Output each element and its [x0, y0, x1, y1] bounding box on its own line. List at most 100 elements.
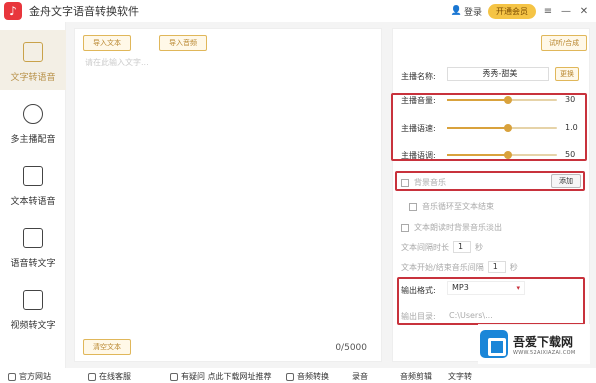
volume-slider-knob[interactable] — [503, 96, 512, 104]
watermark-url: WWW.52AIXIAZAI.COM — [513, 349, 576, 356]
watermark: 吾爱下载网 WWW.52AIXIAZAI.COM — [478, 324, 590, 364]
record-link[interactable]: 录音 — [352, 371, 368, 382]
person-add-icon — [23, 104, 43, 124]
audio-file-icon — [23, 228, 43, 248]
pitch-slider-knob[interactable] — [503, 151, 512, 159]
format-select[interactable]: MP3 ▾ — [447, 281, 525, 295]
sidebar-item-text-to-speech[interactable]: 文字转语音 — [0, 30, 66, 90]
chevron-down-icon: ▾ — [516, 284, 520, 292]
music-interval-input[interactable]: 1 — [487, 261, 506, 273]
text-interval-unit: 秒 — [475, 242, 483, 252]
login-label: 登录 — [463, 7, 482, 18]
import-text-button[interactable]: 导入文本 — [83, 35, 131, 51]
anchor-row: 主播名称: — [401, 71, 436, 82]
format-label: 输出格式: — [401, 286, 436, 295]
bgm-checkbox[interactable] — [401, 178, 409, 187]
anchor-label: 主播名称: — [401, 72, 436, 81]
speed-slider[interactable] — [447, 124, 557, 132]
clear-text-button[interactable]: 清空文本 — [83, 339, 131, 355]
text-speech-icon — [23, 42, 43, 62]
bgm-label: 背景音乐 — [414, 178, 446, 187]
volume-slider[interactable] — [447, 96, 557, 104]
sidebar-item-label: 文本转语音 — [10, 197, 56, 207]
audio-convert-link[interactable]: 音频转换 — [286, 371, 329, 382]
record-label: 录音 — [352, 372, 368, 381]
pitch-slider[interactable] — [447, 151, 557, 159]
sidebar-item-label: 文字转语音 — [10, 73, 56, 83]
main-editor-panel: 导入文本 导入音频 请在此输入文字... 清空文本 0/5000 — [74, 28, 382, 362]
add-bgm-button[interactable]: 添加 — [551, 174, 581, 188]
app-title: 金舟文字语音转换软件 — [29, 5, 139, 18]
audio-edit-link[interactable]: 音频剪辑 — [400, 371, 432, 382]
bgm-row: 背景音乐 — [401, 177, 446, 188]
help-link[interactable]: 有疑问 点此下载网址推荐 — [170, 371, 272, 382]
login-button[interactable]: 👤 登录 — [451, 5, 482, 18]
text-editor[interactable]: 请在此输入文字... — [85, 57, 375, 317]
option-music-interval: 文本开始/结束音乐间隔 1 秒 — [401, 261, 518, 273]
app-logo-icon: ♪ — [4, 2, 22, 20]
output-dir-value: C:\Users\... — [449, 311, 493, 320]
help-label: 有疑问 点此下载网址推荐 — [181, 372, 272, 381]
title-bar-actions: 👤 登录 开通会员 ≡ — ✕ — [451, 0, 590, 22]
sidebar-item-video-to-text[interactable]: 视频转文字 — [0, 278, 66, 338]
sidebar-item-multi-anchor[interactable]: 多主播配音 — [0, 92, 66, 152]
user-icon: 👤 — [450, 6, 462, 16]
pitch-label: 主播语调: — [401, 151, 436, 160]
output-dir-label: 输出目录: — [401, 312, 436, 321]
import-audio-button[interactable]: 导入音频 — [159, 35, 207, 51]
audio-convert-icon — [286, 372, 294, 381]
pitch-value: 50 — [565, 150, 576, 159]
change-anchor-button[interactable]: 更换 — [555, 67, 579, 81]
audio-convert-label: 音频转换 — [297, 372, 329, 381]
speed-slider-knob[interactable] — [503, 124, 512, 132]
settings-panel: 试听/合成 主播名称: 秀秀-甜美 更换 主播音量: 30 主播语速: 1.0 … — [391, 28, 590, 362]
music-interval-label: 文本开始/结束音乐间隔 — [401, 262, 484, 272]
sidebar-item-label: 语音转文字 — [10, 259, 56, 269]
vip-button[interactable]: 开通会员 — [488, 3, 536, 19]
text-convert-link[interactable]: 文字转 — [448, 371, 472, 382]
format-value: MP3 — [452, 283, 469, 292]
audio-edit-label: 音频剪辑 — [400, 372, 432, 381]
home-icon — [8, 372, 16, 381]
loop-music-checkbox[interactable] — [409, 202, 417, 211]
sidebar-item-label: 多主播配音 — [10, 135, 56, 145]
sidebar-item-label: 视频转文字 — [10, 321, 56, 331]
app-window: ♪ 金舟文字语音转换软件 👤 登录 开通会员 ≡ — ✕ 文字转语音 多主播配音… — [0, 0, 596, 383]
speed-label: 主播语速: — [401, 124, 436, 133]
speed-value: 1.0 — [565, 123, 578, 132]
bottom-bar: 官方网站 在线客服 有疑问 点此下载网址推荐 音频转换 录音 音频剪辑 文字转 — [0, 368, 596, 383]
volume-value: 30 — [565, 95, 576, 104]
text-interval-input[interactable]: 1 — [453, 241, 471, 253]
close-icon[interactable]: ✕ — [578, 6, 590, 17]
preview-synthesize-button[interactable]: 试听/合成 — [541, 35, 587, 51]
chat-icon — [88, 372, 96, 381]
volume-label: 主播音量: — [401, 96, 436, 105]
menu-icon[interactable]: ≡ — [542, 6, 554, 17]
watermark-logo-icon — [480, 330, 508, 358]
sidebar-item-speech-to-text[interactable]: 语音转文字 — [0, 216, 66, 276]
document-icon — [23, 166, 43, 186]
official-site-link[interactable]: 官方网站 — [8, 371, 51, 382]
option-fade-music: 文本朗读时背景音乐淡出 — [401, 222, 502, 233]
official-site-label: 官方网站 — [19, 372, 51, 381]
online-service-label: 在线客服 — [99, 372, 131, 381]
text-convert-label: 文字转 — [448, 372, 472, 381]
fade-music-label: 文本朗读时背景音乐淡出 — [414, 223, 502, 232]
anchor-name-field: 秀秀-甜美 — [447, 67, 549, 81]
watermark-title: 吾爱下载网 — [513, 334, 574, 349]
char-counter: 0/5000 — [335, 343, 367, 353]
title-bar: ♪ 金舟文字语音转换软件 👤 登录 开通会员 ≡ — ✕ — [0, 0, 596, 22]
watermark-text: 吾爱下载网 WWW.52AIXIAZAI.COM — [513, 333, 575, 356]
help-icon — [170, 372, 178, 381]
text-interval-label: 文本间隔时长 — [401, 242, 449, 252]
loop-music-label: 音乐循环至文本结束 — [422, 202, 494, 211]
fade-music-checkbox[interactable] — [401, 223, 409, 232]
online-service-link[interactable]: 在线客服 — [88, 371, 131, 382]
option-loop-music: 音乐循环至文本结束 — [409, 201, 494, 212]
minimize-icon[interactable]: — — [560, 6, 572, 17]
option-text-interval: 文本间隔时长 1 秒 — [401, 241, 483, 253]
sidebar: 文字转语音 多主播配音 文本转语音 语音转文字 视频转文字 — [0, 22, 66, 368]
music-interval-unit: 秒 — [509, 262, 518, 272]
video-file-icon — [23, 290, 43, 310]
sidebar-item-doc-to-speech[interactable]: 文本转语音 — [0, 154, 66, 214]
